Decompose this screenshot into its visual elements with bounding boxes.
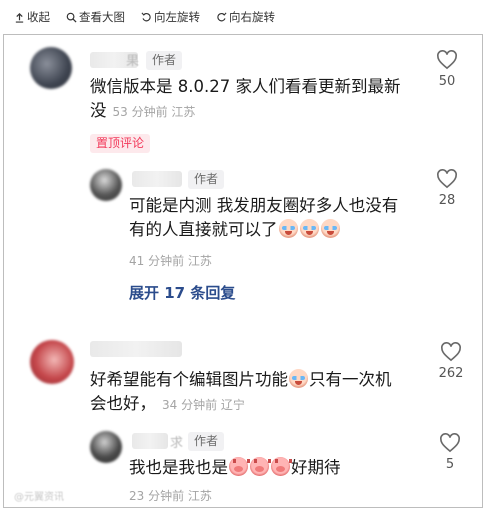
comment-text-line: 可能是内测 我发朋友圈好多人也没有 [129,196,399,215]
pinned-badge: 置顶评论 [90,134,151,153]
rotate-left-label: 向左旋转 [154,10,200,24]
collapse-label: 收起 [27,10,50,24]
comment-meta: 41 分钟前 江苏 [129,254,212,268]
like-button[interactable]: 50 [427,50,467,89]
rotate-right-icon [217,12,227,21]
comment-text-line-2: 有的人直接就可以了 [129,218,429,242]
username-blurred [132,171,182,187]
username-blurred [90,341,182,357]
like-button[interactable]: 5 [430,433,470,472]
rotate-right-label: 向右旋转 [229,10,275,24]
collapse-button[interactable]: 收起 [14,9,50,25]
comment-text: 好希望能有个编辑图片功能 只有一次机 会也好， 34 分钟前 辽宁 [90,368,430,417]
heart-icon [437,169,457,189]
comment-screenshot: 果 作者 微信版本是 8.0.27 家人们看看更新到最新 没 53 分钟前 江苏 … [3,34,483,508]
avatar [90,169,122,201]
author-tag: 作者 [188,170,225,189]
comment-text: 我也是我也是 好期待 [129,456,429,480]
image-viewer-toolbar: 收起 查看大图 向左旋转 向右旋转 [0,0,486,34]
username-tail: 果 [126,54,140,69]
comment-meta: 34 分钟前 辽宁 [162,398,245,412]
heart-icon [440,433,460,453]
like-count: 50 [438,74,456,89]
comment-text-part-a: 好希望能有个编辑图片功能 [90,370,288,389]
avatar [30,340,74,384]
comment-text-tail: 会也好， [90,394,156,413]
like-count: 28 [438,193,456,208]
like-button[interactable]: 262 [431,342,471,381]
author-tag: 作者 [188,432,225,451]
username-blurred [132,433,168,449]
watermark: @元翼资讯 [14,492,64,503]
expand-replies-link[interactable]: 展开 17 条回复 [129,282,235,303]
comment-meta: 23 分钟前 江苏 [129,489,212,503]
rotate-left-icon [141,12,151,21]
avatar [30,47,72,89]
like-count: 262 [438,366,464,381]
pig-emoji-icon [250,457,271,476]
comment-text-line-2: 没 53 分钟前 江苏 [90,99,420,124]
comment-text-part-b: 好期待 [291,458,341,477]
like-count: 5 [445,457,455,472]
comment-text-tail: 没 [90,101,107,120]
comment-text-part-a: 我也是我也是 [129,458,228,477]
rotate-right-button[interactable]: 向右旋转 [216,9,275,25]
comment-text-line: 好希望能有个编辑图片功能 只有一次机 [90,368,430,392]
cry-emoji-icon [278,219,298,238]
comment-meta: 53 分钟前 江苏 [112,105,196,119]
like-button[interactable]: 28 [427,169,467,208]
rotate-left-button[interactable]: 向左旋转 [141,9,200,25]
cry-emoji-icon [289,369,308,388]
comment-text-line: 微信版本是 8.0.27 家人们看看更新到最新 [90,77,401,96]
comment-text-tail: 有的人直接就可以了 [129,220,278,239]
comment-text: 微信版本是 8.0.27 家人们看看更新到最新 没 53 分钟前 江苏 [90,75,420,124]
search-icon [66,12,77,23]
view-large-label: 查看大图 [79,10,125,24]
comment-text-part-b: 只有一次机 [309,370,392,389]
comment-text: 可能是内测 我发朋友圈好多人也没有 有的人直接就可以了 [129,194,429,242]
author-tag: 作者 [146,51,183,70]
view-large-button[interactable]: 查看大图 [66,9,125,25]
username-tail: 求 [170,436,184,451]
collapse-icon [15,12,24,23]
cry-emoji-icon [299,219,319,238]
pig-emoji-icon [271,457,292,476]
heart-icon [437,50,457,70]
comment-text-line-2: 会也好， 34 分钟前 辽宁 [90,392,430,417]
pig-emoji-icon [229,457,250,476]
heart-icon [441,342,461,362]
avatar [90,431,122,463]
cry-emoji-icon [320,219,340,238]
